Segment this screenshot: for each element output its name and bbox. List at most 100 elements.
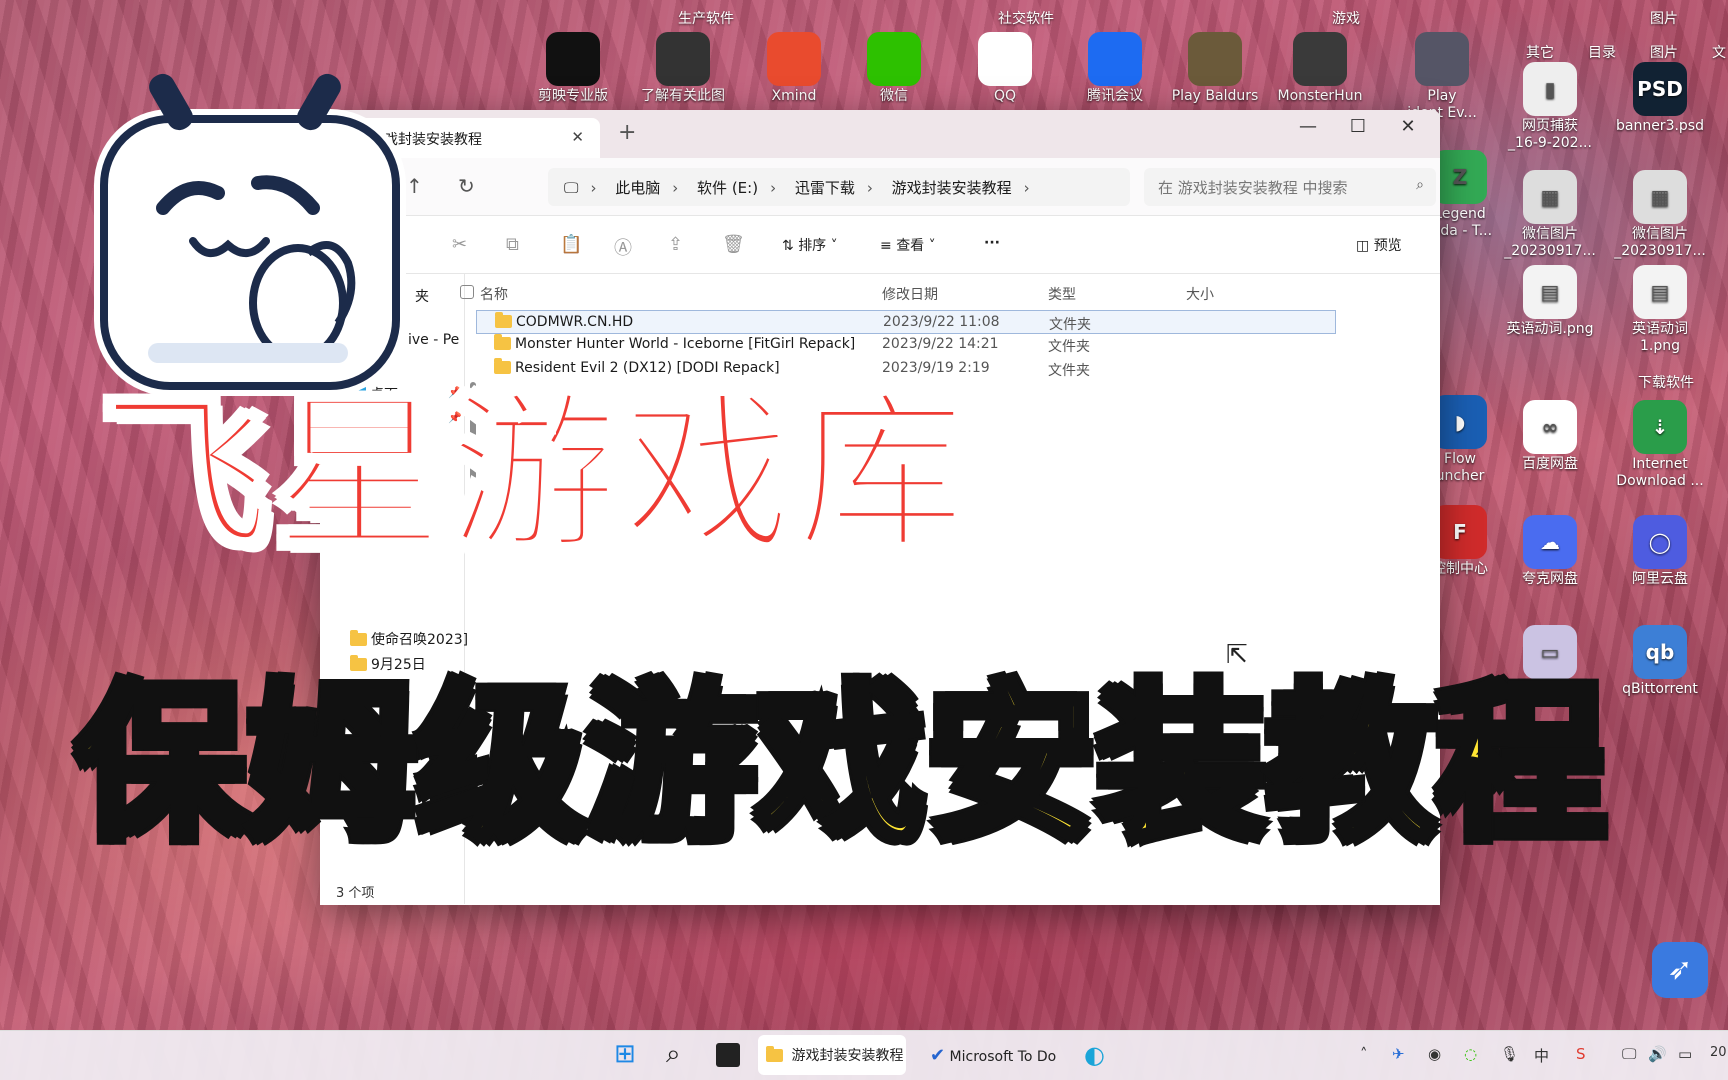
breadcrumb-xunlei[interactable]: 迅雷下载	[795, 179, 855, 197]
psd-file-icon: PSD	[1633, 62, 1687, 116]
more-options-button[interactable]: ···	[984, 235, 1000, 251]
copy-icon[interactable]: ⧉	[506, 234, 519, 255]
preview-pane-button[interactable]: ◫ 预览	[1356, 235, 1402, 255]
close-tab-icon[interactable]: ✕	[571, 128, 584, 146]
desktop-shortcut-label: Xmind	[771, 88, 817, 104]
maximize-button[interactable]: ☐	[1338, 116, 1378, 137]
desktop-shortcut[interactable]: ◯ 阿里云盘	[1610, 515, 1710, 588]
new-tab-button[interactable]: +	[618, 120, 636, 145]
desktop-shortcut[interactable]: MonsterHun	[1270, 32, 1370, 105]
taskbar: ⊞ ⌕ 游戏封装安装教程 ✔ Microsoft To Do ◐ ˄ ✈ ◉ ◌…	[0, 1030, 1728, 1080]
desktop-shortcut[interactable]: ☁ 夸克网盘	[1500, 515, 1600, 588]
desktop-shortcut[interactable]: 腾讯会议	[1065, 32, 1165, 105]
desktop-shortcut[interactable]: ▦ 微信图片 _20230917...	[1500, 170, 1600, 260]
desktop-shortcut[interactable]: ▮ 网页捕获 _16-9-202...	[1500, 62, 1600, 152]
status-bar-item-count: 3 个项	[336, 886, 375, 901]
breadcrumb-this-pc[interactable]: 此电脑	[615, 179, 660, 197]
rename-icon[interactable]: Ⓐ	[614, 234, 632, 260]
minimize-button[interactable]: —	[1288, 116, 1328, 137]
tencent-meeting-icon	[1088, 32, 1142, 86]
tray-ime-icon[interactable]: 中	[1534, 1045, 1549, 1066]
desktop-shortcut[interactable]: 剪映专业版	[523, 32, 623, 105]
breadcrumb-drive-e[interactable]: 软件 (E:)	[697, 179, 758, 197]
tray-battery-icon[interactable]: ▭	[1678, 1045, 1692, 1063]
paste-icon[interactable]: 📋	[560, 234, 582, 255]
breadcrumb-current[interactable]: 游戏封装安装教程	[892, 179, 1012, 197]
address-bar-row: ↑ ↻ 🖵 › 此电脑 › 软件 (E:) › 迅雷下载 › 游戏封装安装教程 › 在 游…	[320, 158, 1440, 216]
view-label: 查看	[896, 238, 925, 254]
refresh-icon[interactable]: ↻	[458, 174, 475, 198]
view-button[interactable]: ≡ 查看 ˅	[880, 235, 936, 255]
desktop-shortcut[interactable]: ⇣ Internet Download ...	[1610, 400, 1710, 490]
desktop-shortcut-label: 百度网盘	[1522, 456, 1578, 472]
search-taskbar-icon[interactable]: ⌕	[666, 1039, 681, 1070]
desktop-shortcut-label: 阿里云盘	[1632, 571, 1688, 587]
baldurs-gate-icon	[1188, 32, 1242, 86]
share-icon[interactable]: ⇪	[668, 234, 683, 255]
sort-button[interactable]: ⇅ 排序 ˅	[782, 235, 838, 255]
tray-red-app-icon[interactable]: S	[1576, 1045, 1586, 1063]
column-header-name[interactable]: 名称	[480, 284, 508, 304]
desktop-shortcut[interactable]: qb qBittorrent	[1610, 625, 1710, 698]
edge-browser-icon[interactable]: ◐	[1084, 1041, 1105, 1069]
nav-item-onedrive[interactable]: ive - Pe	[408, 332, 459, 348]
tray-qq-icon[interactable]: ◉	[1428, 1045, 1441, 1063]
nav-item-cod-folder[interactable]: 使命召唤2023]	[350, 629, 468, 649]
up-arrow-icon[interactable]: ↑	[406, 174, 423, 198]
group-label-games: 游戏	[1332, 11, 1360, 27]
desktop-shortcut[interactable]: ▤ 英语动词 1.png	[1610, 265, 1710, 355]
file-type: 文件夹	[1048, 339, 1090, 355]
desktop-shortcut[interactable]: ∞ 百度网盘	[1500, 400, 1600, 473]
col-header-images: 图片	[1650, 45, 1678, 61]
quark-netdisk-icon: ☁	[1523, 515, 1577, 569]
sticky-notes-icon[interactable]	[716, 1043, 740, 1067]
group-label-productivity: 生产软件	[678, 11, 734, 27]
tray-mic-icon[interactable]: 🎙	[1500, 1045, 1519, 1063]
desktop-shortcut[interactable]: PSD banner3.psd	[1610, 62, 1710, 135]
tray-app-icon[interactable]: ✈	[1392, 1045, 1405, 1063]
file-name-text: Resident Evil 2 (DX12) [DODI Repack]	[515, 360, 780, 376]
taskbar-todo-button[interactable]: ✔ Microsoft To Do	[930, 1045, 1056, 1066]
table-row[interactable]: Monster Hunter World - Iceborne [FitGirl…	[476, 333, 1336, 357]
qbittorrent-icon: qb	[1633, 625, 1687, 679]
group-label-images: 图片	[1650, 11, 1678, 27]
tray-volume-icon[interactable]: 🔊	[1648, 1045, 1667, 1063]
table-row[interactable]: CODMWR.CN.HD 2023/9/22 11:08 文件夹	[476, 310, 1336, 334]
screenshot-file-icon: ▮	[1523, 62, 1577, 116]
desktop-shortcut-label: qBittorrent	[1622, 681, 1698, 697]
tray-clock[interactable]: 20	[1710, 1045, 1727, 1060]
desktop-shortcut[interactable]: Play Baldurs	[1165, 32, 1265, 105]
tray-chevron-icon[interactable]: ˄	[1360, 1045, 1368, 1063]
tray-network-icon[interactable]: 🖵	[1622, 1045, 1636, 1063]
desktop-shortcut-label: QQ	[993, 88, 1017, 104]
breadcrumb[interactable]: 🖵 › 此电脑 › 软件 (E:) › 迅雷下载 › 游戏封装安装教程 ›	[548, 168, 1130, 206]
column-header-type[interactable]: 类型	[1048, 284, 1076, 304]
desktop-shortcut[interactable]: ▤ 英语动词.png	[1500, 265, 1600, 338]
column-header-modified[interactable]: 修改日期	[882, 284, 938, 304]
start-windows-icon[interactable]: ⊞	[614, 1039, 636, 1069]
col-header-dir: 目录	[1588, 45, 1616, 61]
select-all-checkbox[interactable]	[460, 285, 474, 299]
desktop-shortcut[interactable]: Play ident Ev...	[1392, 32, 1492, 122]
column-header-size[interactable]: 大小	[1186, 284, 1214, 304]
file-name: CODMWR.CN.HD	[495, 312, 633, 330]
file-modified: 2023/9/19 2:19	[882, 360, 990, 376]
file-name: Monster Hunter World - Iceborne [FitGirl…	[494, 334, 855, 352]
overlay-title-yellow: 保姆级游戏安装教程	[72, 666, 1610, 864]
taskbar-explorer-button[interactable]: 游戏封装安装教程	[758, 1035, 906, 1075]
desktop-shortcut[interactable]: Xmind	[744, 32, 844, 105]
floating-bird-app-icon[interactable]: ➶	[1652, 942, 1708, 998]
tray-wechat-icon[interactable]: ◌	[1464, 1045, 1477, 1063]
delete-icon[interactable]: 🗑	[722, 234, 745, 255]
desktop-shortcut[interactable]: ▦ 微信图片 _20230917...	[1610, 170, 1710, 260]
cut-icon[interactable]: ✂	[452, 234, 467, 255]
desktop-shortcut[interactable]: 微信	[844, 32, 944, 105]
desktop-shortcut-label: 腾讯会议	[1087, 88, 1143, 104]
nav-item-folder[interactable]: 夹	[415, 286, 429, 306]
flow-launcher-icon: ◗	[1433, 395, 1487, 449]
wechat-image-icon-2: ▦	[1633, 170, 1687, 224]
close-window-button[interactable]: ✕	[1388, 116, 1428, 137]
search-input[interactable]: 在 游戏封装安装教程 中搜索 ⌕	[1144, 168, 1436, 206]
desktop-shortcut[interactable]: 了解有关此图	[633, 32, 733, 105]
desktop-shortcut[interactable]: QQ	[955, 32, 1055, 105]
